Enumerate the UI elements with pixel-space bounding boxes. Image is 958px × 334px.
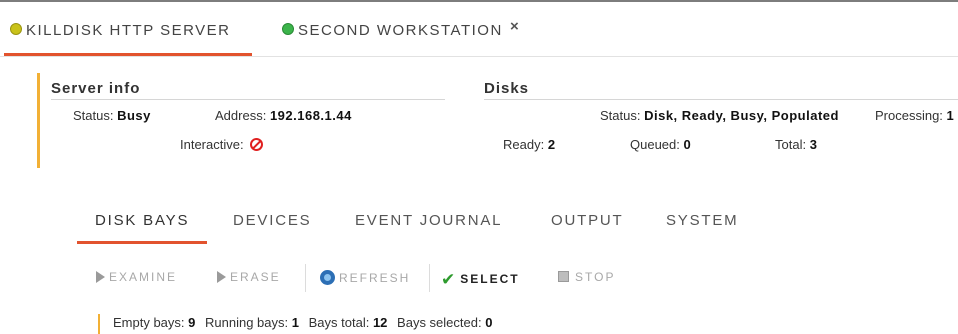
disks-ready: Ready: 2 (503, 137, 556, 152)
server-interactive: Interactive: (180, 137, 264, 152)
server-address: Address: 192.168.1.44 (215, 108, 352, 123)
toolbar-separator (429, 264, 430, 292)
tab-disk-bays[interactable]: DISK BAYS (77, 212, 208, 244)
refresh-button[interactable]: REFRESH (320, 270, 410, 285)
tab-event-journal[interactable]: EVENT JOURNAL (355, 212, 502, 244)
divider (484, 99, 958, 100)
refresh-icon (320, 270, 335, 285)
examine-button[interactable]: EXAMINE (96, 270, 177, 284)
tab-label: SECOND WORKSTATION (298, 22, 503, 39)
tab-label: KILLDISK HTTP SERVER (26, 22, 231, 39)
play-icon (96, 271, 105, 283)
disks-title: Disks (484, 80, 530, 97)
erase-button[interactable]: ERASE (217, 270, 281, 284)
status-dot-icon (10, 23, 22, 35)
server-tab-bar: KILLDISK HTTP SERVER SECOND WORKSTATION … (0, 2, 958, 57)
section-accent-bar (37, 73, 40, 168)
status-accent-bar (98, 314, 100, 334)
server-info-title: Server info (51, 80, 141, 97)
tab-second-workstation[interactable]: SECOND WORKSTATION × (282, 18, 522, 56)
checkmark-icon: ✔ (441, 270, 458, 289)
stop-icon (558, 271, 569, 282)
server-status: Status: Busy (73, 108, 151, 123)
prohibited-icon (250, 138, 264, 151)
status-dot-icon (282, 23, 294, 35)
tab-system[interactable]: SYSTEM (666, 212, 738, 244)
disks-total: Total: 3 (775, 137, 818, 152)
disks-processing: Processing: 1 (875, 108, 955, 123)
select-button[interactable]: ✔ SELECT (441, 270, 520, 290)
tab-output[interactable]: OUTPUT (551, 212, 623, 244)
toolbar-separator (305, 264, 306, 292)
disks-status: Status: Disk, Ready, Busy, Populated (600, 108, 839, 123)
bay-stats: Empty bays: 9 Running bays: 1 Bays total… (113, 315, 493, 330)
disks-queued: Queued: 0 (630, 137, 692, 152)
tab-killdisk-http-server[interactable]: KILLDISK HTTP SERVER (4, 22, 252, 56)
close-icon[interactable]: × (510, 18, 520, 35)
play-icon (217, 271, 226, 283)
divider (51, 99, 445, 100)
stop-button[interactable]: STOP (558, 270, 615, 284)
tab-devices[interactable]: DEVICES (233, 212, 311, 244)
